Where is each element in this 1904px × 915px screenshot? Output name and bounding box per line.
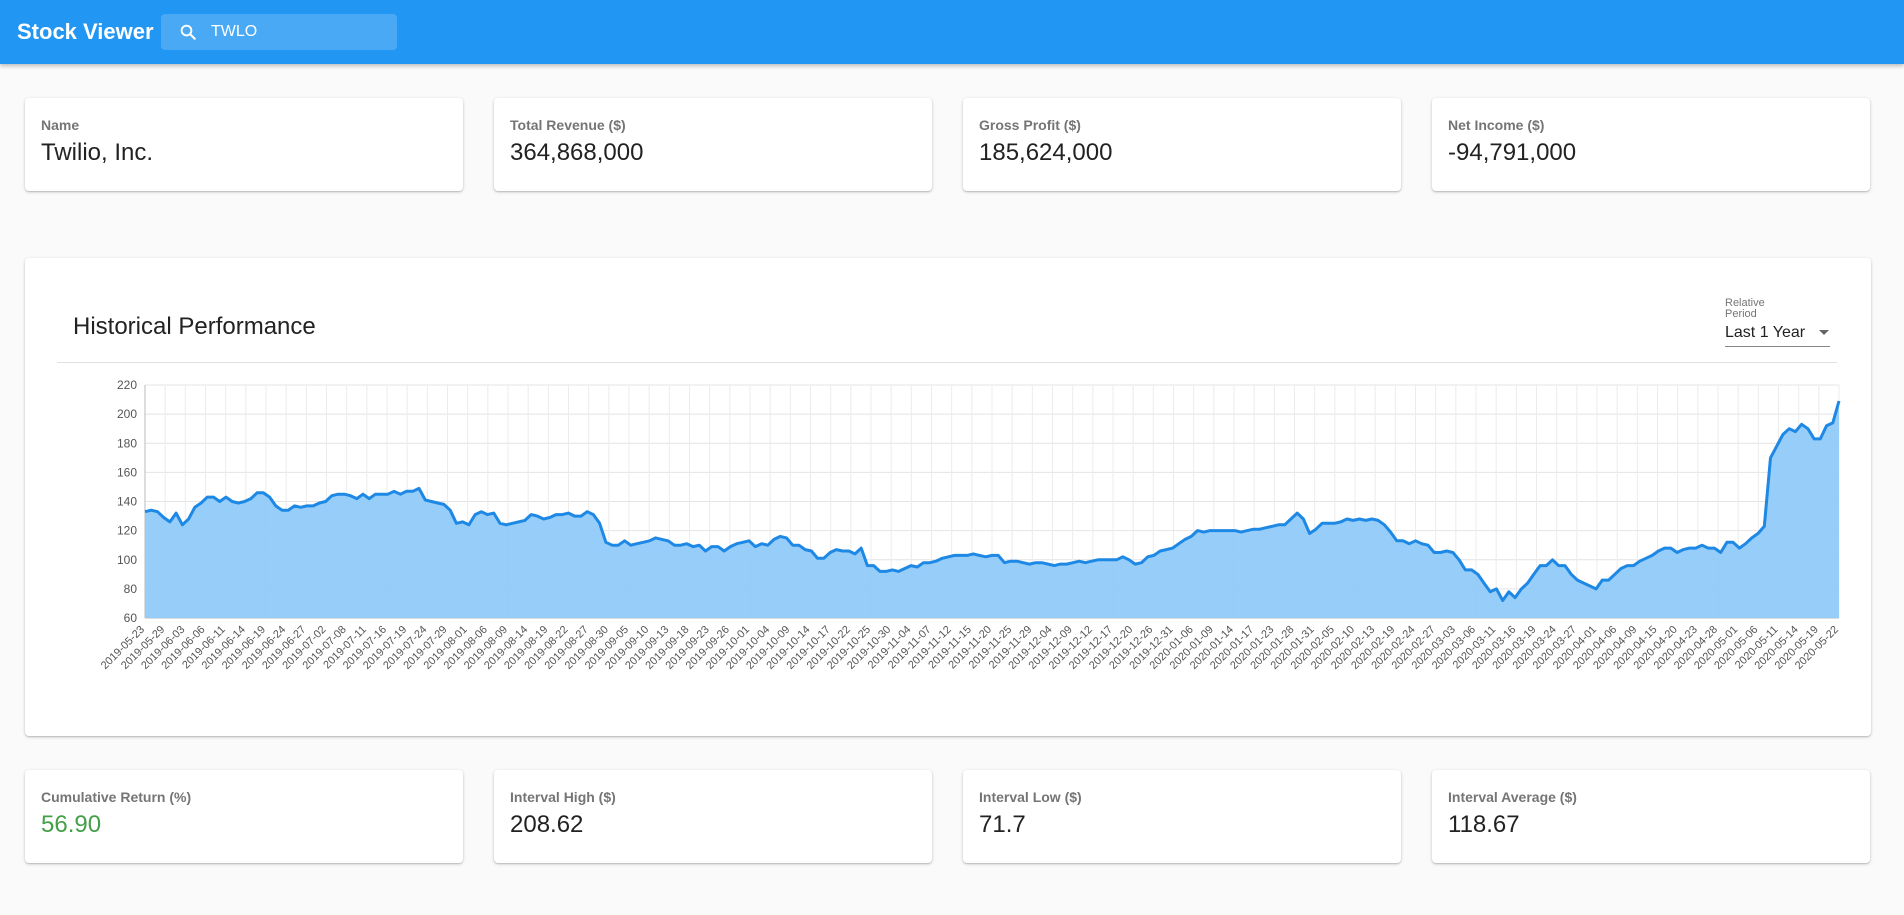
stat-label: Name [41,117,80,133]
stat-value: 208.62 [510,811,584,838]
stat-value: -94,791,000 [1448,139,1577,166]
price-chart: 60801001201401601802002202019-05-232019-… [99,378,1841,672]
stat-value: 71.7 [979,811,1026,838]
y-tick-label: 220 [117,378,137,392]
stat-label: Interval Average ($) [1448,789,1577,805]
y-tick-label: 120 [117,524,137,538]
chart-area: 60 80 100 120 140 160 180 200 220 2019-05-23 2019-… [65,378,1845,703]
y-tick-label: 200 [117,407,137,421]
stat-label: Interval Low ($) [979,789,1082,805]
stat-label: Net Income ($) [1448,117,1545,133]
performance-title: Historical Performance [73,313,316,340]
stat-card-interval-low: Interval Low ($) 71.7 [963,770,1401,863]
stat-label: Cumulative Return (%) [41,789,192,805]
y-tick-label: 100 [117,553,137,567]
relative-period-select[interactable]: Relative Period Last 1 Year [1725,298,1830,347]
search-icon [180,24,196,40]
period-dropdown[interactable]: Last 1 Year [1725,322,1830,347]
stat-card-interval-high: Interval High ($) 208.62 [494,770,932,863]
search-box[interactable] [161,14,397,50]
stat-value: 364,868,000 [510,139,644,166]
stat-value: Twilio, Inc. [41,139,154,166]
chevron-down-icon [1819,330,1829,335]
stat-card-net-income: Net Income ($) -94,791,000 [1432,98,1870,191]
y-tick-label: 60 [124,611,138,625]
stat-label: Interval High ($) [510,789,616,805]
stat-card-cumulative-return: Cumulative Return (%) 56.90 [25,770,463,863]
stat-card-name: Name Twilio, Inc. [25,98,463,191]
search-input[interactable] [209,22,383,42]
stat-value: 56.90 [41,811,102,838]
historical-performance-card: Historical Performance Relative Period L… [25,258,1871,736]
app-bar: Stock Viewer [0,0,1904,64]
period-label: Relative Period [1725,297,1765,320]
app-title: Stock Viewer [17,19,154,44]
divider [57,362,1837,363]
stat-card-gross-profit: Gross Profit ($) 185,624,000 [963,98,1401,191]
stat-card-total-revenue: Total Revenue ($) 364,868,000 [494,98,932,191]
stat-value: 118.67 [1448,811,1520,838]
y-tick-label: 140 [117,495,137,509]
y-tick-label: 180 [117,436,137,450]
stat-value: 185,624,000 [979,139,1113,166]
period-value: Last 1 Year [1725,324,1806,341]
stat-label: Total Revenue ($) [510,117,626,133]
stat-card-interval-average: Interval Average ($) 118.67 [1432,770,1870,863]
y-tick-label: 160 [117,465,137,479]
stat-label: Gross Profit ($) [979,117,1081,133]
y-tick-label: 80 [124,582,138,596]
